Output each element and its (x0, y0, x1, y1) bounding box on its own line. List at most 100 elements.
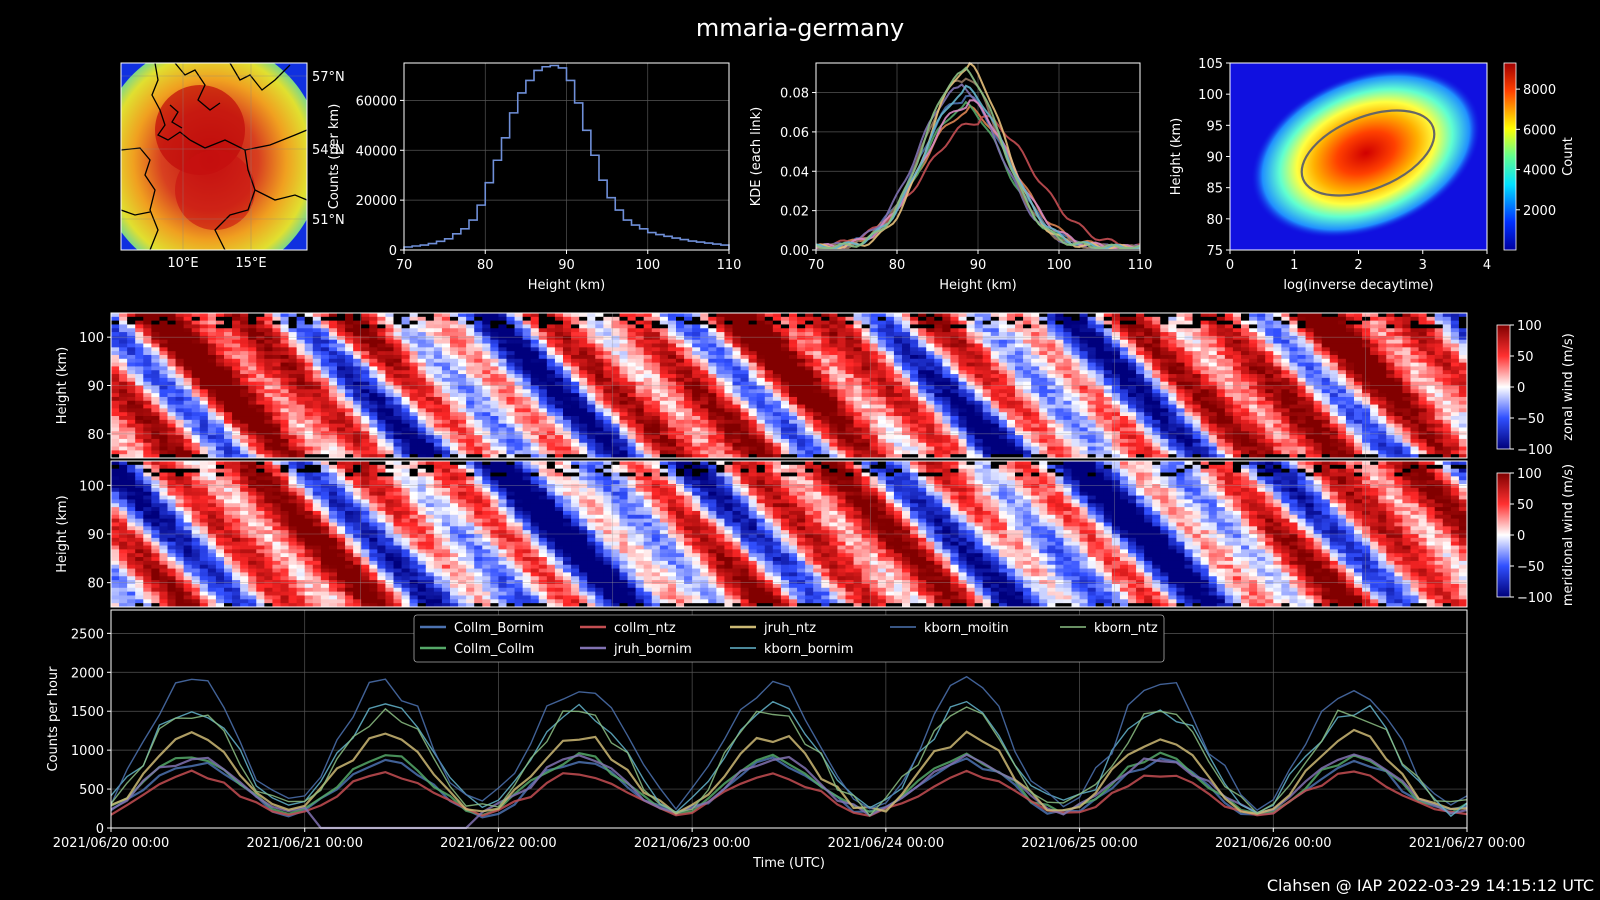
wind-pixel (450, 354, 459, 360)
wind-pixel (1136, 354, 1145, 360)
wind-pixel (191, 400, 201, 405)
wind-pixel (748, 412, 758, 417)
wind-pixel (450, 362, 459, 367)
wind-pixel (482, 354, 491, 360)
wind-pixel (643, 332, 653, 337)
wind-pixel (530, 393, 540, 398)
wind-pixel (175, 450, 185, 455)
wind-pixel (450, 416, 459, 421)
wind-pixel (417, 435, 427, 440)
wind-pixel (224, 351, 233, 356)
wind-pixel (554, 408, 564, 413)
wind-pixel (1079, 362, 1089, 367)
wind-pixel (207, 354, 217, 360)
wind-pixel (1079, 339, 1089, 344)
wind-pixel (1111, 339, 1121, 344)
wind-pixel (635, 343, 645, 348)
wind-pixel (1103, 385, 1113, 390)
wind-pixel (506, 343, 515, 348)
wind-pixel (546, 416, 556, 421)
wind-pixel (215, 427, 225, 432)
wind-pixel (942, 335, 951, 341)
wind-pixel (248, 396, 257, 402)
wind-pixel (256, 400, 265, 405)
wind-pixel (538, 351, 548, 356)
wind-pixel (450, 370, 459, 375)
map-lat-tick: 51°N (312, 213, 345, 228)
wind-pixel (958, 393, 967, 398)
wind-pixel (805, 438, 814, 444)
wind-pixel (224, 332, 233, 337)
wind-pixel (780, 389, 790, 394)
wind-pixel (240, 328, 249, 333)
wind-pixel (942, 385, 951, 390)
wind-pixel (175, 427, 185, 432)
wind-pixel (700, 442, 709, 447)
wind-pixel (111, 370, 120, 375)
wind-pixel (119, 316, 128, 322)
wind-pixel (934, 431, 943, 436)
wind-pixel (756, 446, 766, 451)
wind-pixel (756, 328, 766, 333)
wind-pixel (1071, 393, 1080, 398)
wind-pixel (982, 442, 992, 447)
wind-pixel (853, 320, 863, 325)
wind-pixel (304, 416, 314, 421)
wind-pixel (554, 416, 564, 421)
wind-pixel (869, 427, 879, 432)
wind-pixel (853, 400, 863, 405)
wind-pixel (732, 358, 741, 364)
wind-pixel (215, 366, 225, 371)
wind-pixel (232, 396, 241, 402)
wind-pixel (756, 423, 766, 428)
wind-pixel (288, 347, 298, 352)
wind-pixel (708, 335, 717, 341)
wind-pixel (1128, 362, 1137, 367)
wind-pixel (732, 343, 741, 348)
wind-pixel (466, 412, 475, 417)
wind-pixel (135, 393, 144, 398)
wind-pixel (926, 366, 935, 371)
wind-pixel (215, 446, 225, 451)
wind-pixel (514, 366, 524, 371)
wind-pixel (111, 431, 120, 436)
wind-pixel (1119, 324, 1129, 329)
wind-pixel (627, 446, 637, 451)
wind-pixel (780, 431, 790, 436)
wind-pixel (450, 320, 459, 325)
wind-pixel (240, 385, 249, 390)
wind-pixel (950, 366, 959, 371)
wind-pixel (756, 427, 766, 432)
wind-pixel (797, 343, 806, 348)
wind-pixel (328, 419, 338, 425)
wind-pixel (1023, 366, 1032, 371)
wind-pixel (127, 419, 136, 425)
wind-pixel (1031, 416, 1040, 421)
wind-pixel (466, 354, 475, 360)
y-tick-label: 105 (1198, 57, 1223, 72)
wind-pixel (563, 412, 572, 417)
wind-pixel (1015, 385, 1024, 390)
wind-pixel (1136, 385, 1145, 390)
wind-pixel (458, 442, 467, 447)
wind-pixel (530, 442, 540, 447)
wind-pixel (385, 358, 394, 364)
wind-pixel (175, 362, 185, 367)
map-lon-tick: 15°E (235, 256, 266, 271)
wind-pixel (401, 442, 411, 447)
wind-pixel (659, 335, 669, 341)
wind-pixel (764, 316, 774, 322)
wind-pixel (1039, 316, 1048, 322)
wind-pixel (345, 408, 354, 413)
wind-pixel (361, 328, 370, 333)
wind-pixel (232, 400, 241, 405)
wind-pixel (676, 374, 685, 379)
wind-pixel (861, 354, 871, 360)
wind-pixel (409, 362, 419, 367)
wind-pixel (579, 446, 588, 451)
wind-pixel (861, 316, 871, 322)
wind-pixel (433, 324, 443, 329)
wind-pixel (724, 396, 733, 402)
wind-pixel (732, 408, 741, 413)
wind-pixel (780, 339, 790, 344)
